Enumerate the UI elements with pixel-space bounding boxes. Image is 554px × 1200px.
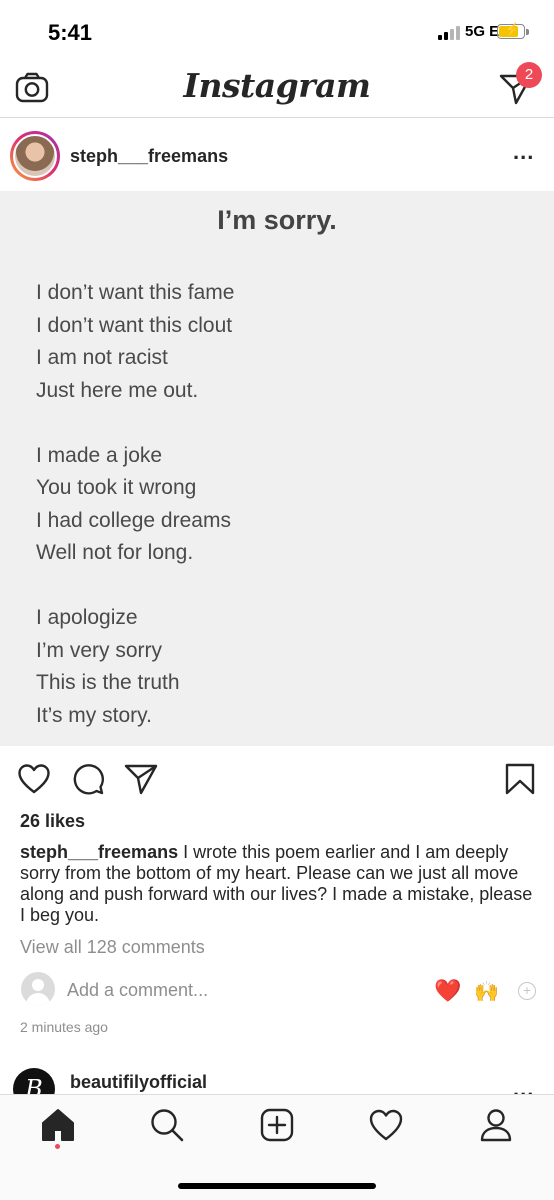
app-header: Instagram 2 xyxy=(0,62,554,118)
avatar[interactable] xyxy=(10,131,60,181)
profile-icon[interactable] xyxy=(478,1107,514,1143)
poem-line: This is the truth xyxy=(36,671,180,694)
poem-line: I apologize xyxy=(36,606,138,629)
add-comment-row: Add a comment... ❤️ 🙌 + xyxy=(0,970,554,1012)
share-icon[interactable] xyxy=(124,762,158,796)
status-time: 5:41 xyxy=(48,20,93,45)
poem-stanza: I apologize I’m very sorry This is the t… xyxy=(36,602,234,732)
current-user-avatar xyxy=(21,972,55,1006)
poem-line: Just here me out. xyxy=(36,378,199,402)
more-options-icon[interactable]: ... xyxy=(513,1078,534,1097)
more-options-icon[interactable]: ... xyxy=(513,141,534,163)
activity-icon[interactable] xyxy=(368,1107,404,1143)
view-all-comments-link[interactable]: View all 128 comments xyxy=(20,937,205,958)
poem-line: You took it wrong xyxy=(36,476,197,499)
caption-username[interactable]: steph___freemans xyxy=(20,842,178,862)
post-username[interactable]: steph___freemans xyxy=(70,146,228,167)
post-caption: steph___freemans I wrote this poem earli… xyxy=(20,842,540,926)
avatar-image xyxy=(13,134,57,178)
poem-line: I made a joke xyxy=(36,443,163,467)
home-active-dot xyxy=(55,1144,60,1149)
next-post-avatar[interactable]: B xyxy=(13,1068,55,1096)
post-timestamp: 2 minutes ago xyxy=(20,1019,108,1035)
poem-stanza: I made a joke You took it wrong I had co… xyxy=(36,440,234,570)
new-post-icon[interactable] xyxy=(259,1107,295,1143)
like-heart-icon[interactable] xyxy=(17,762,51,796)
post-header: steph___freemans ... xyxy=(0,121,554,191)
comment-icon[interactable] xyxy=(71,762,105,796)
poem-title: I’m sorry. xyxy=(217,205,337,235)
poem-line: It’s my story. xyxy=(36,703,152,727)
raising-hands-emoji[interactable]: 🙌 xyxy=(474,979,499,1004)
home-indicator xyxy=(178,1183,376,1189)
search-icon[interactable] xyxy=(149,1107,185,1143)
poem-line: Well not for long. xyxy=(36,541,194,564)
next-post-username[interactable]: beautifilyofficial xyxy=(70,1072,207,1093)
poem-line: I am not racist xyxy=(36,346,168,369)
post-image[interactable]: I’m sorry. I don’t want this fame I don’… xyxy=(0,191,554,746)
signal-strength-icon xyxy=(438,24,464,40)
instagram-logo[interactable]: Instagram xyxy=(0,66,554,105)
red-heart-emoji[interactable]: ❤️ xyxy=(434,978,461,1004)
network-label: 5G E xyxy=(465,23,500,40)
bookmark-icon[interactable] xyxy=(503,762,537,796)
poem-line: I don’t want this clout xyxy=(36,313,233,337)
likes-count[interactable]: 26 likes xyxy=(20,811,85,832)
direct-notification-badge: 2 xyxy=(516,62,542,88)
poem-line: I’m very sorry xyxy=(36,638,162,662)
battery-icon: ⚡ xyxy=(497,22,525,39)
comment-input[interactable]: Add a comment... xyxy=(67,980,208,1001)
bottom-tab-bar xyxy=(0,1094,554,1200)
more-emoji-icon[interactable]: + xyxy=(518,982,536,1000)
status-bar: 5:41 5G E ⚡ xyxy=(0,0,554,62)
poem-stanza: I don’t want this fame I don’t want this… xyxy=(36,277,234,407)
poem-line: I don’t want this fame xyxy=(36,281,235,304)
poem-line: I had college dreams xyxy=(36,508,231,532)
next-post-header: B beautifilyofficial ... xyxy=(0,1064,554,1096)
post-actions xyxy=(0,758,554,802)
home-icon[interactable] xyxy=(40,1107,76,1143)
poem-body: I don’t want this fame I don’t want this… xyxy=(36,277,234,732)
